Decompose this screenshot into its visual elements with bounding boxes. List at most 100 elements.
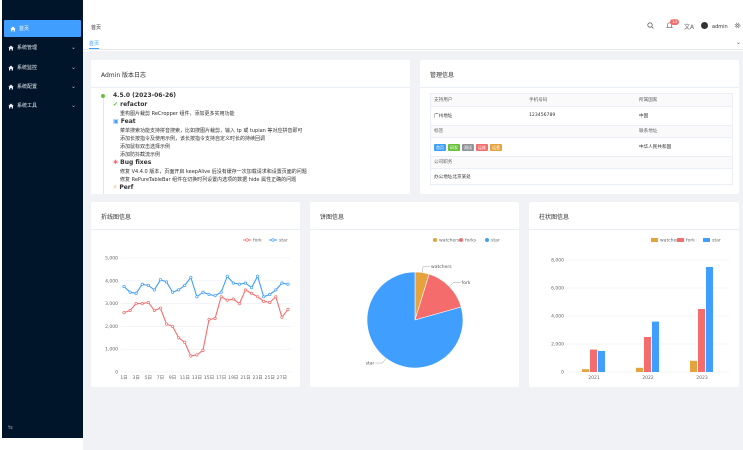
data-point-star: [128, 290, 132, 294]
data-point-star: [243, 281, 248, 285]
data-point-fork: [122, 311, 126, 315]
data-point-fork: [286, 307, 290, 311]
collapse-sidebar-icon[interactable]: ⇆: [8, 424, 13, 431]
pie-slice-label: star: [366, 361, 375, 367]
x-tick-label: 1日: [120, 375, 127, 381]
x-tick-label: 3日: [132, 375, 139, 381]
sidebar: 首页 系统管理 ⌄ 系统监控 ⌄ 系统配置 ⌄ 系统工具 ⌄ ⇆: [2, 0, 83, 438]
card-title: 饼图信息: [320, 214, 345, 221]
tag: 运营: [490, 144, 502, 151]
legend-label: star: [279, 238, 288, 244]
bar-watchers: [690, 360, 697, 372]
divider: [420, 87, 739, 88]
data-point-fork: [134, 302, 138, 306]
bar-watchers: [636, 367, 643, 372]
legend-marker: [433, 238, 437, 242]
y-tick-label: 3,000: [105, 301, 118, 307]
log-line: 重构图片裁剪 ReCropper 组件，添加更多实用功能: [120, 111, 235, 117]
sidebar-item-tools[interactable]: 系统工具 ⌄: [2, 97, 83, 114]
desc-label: 手机号码: [529, 98, 548, 103]
data-point-fork: [189, 354, 193, 358]
log-line: 修复 RePureTableBar 组件在切换时列设置内选项的数据 hide 属…: [120, 177, 297, 183]
y-tick-label: 0: [561, 370, 564, 376]
y-tick-label: 4,000: [105, 278, 118, 284]
legend-marker: [703, 238, 710, 242]
legend-label: fork: [253, 238, 262, 244]
bar-star: [598, 351, 605, 372]
data-point-star: [213, 294, 217, 298]
desc-label: 联系地址: [639, 129, 658, 134]
data-point-star: [189, 275, 193, 279]
legend-label: star: [491, 238, 500, 244]
divider: [91, 87, 410, 88]
log-line: 添加长按指令及使用示例，该长按指令支持自定义时长的持续回调: [120, 136, 266, 142]
data-point-fork: [225, 298, 229, 302]
data-point-star: [140, 282, 144, 286]
sidebar-item-system[interactable]: 系统管理 ⌄: [2, 39, 83, 56]
data-point-fork: [274, 295, 278, 299]
data-point-star: [201, 290, 205, 294]
data-point-fork: [183, 340, 187, 344]
data-point-fork: [207, 318, 211, 322]
x-tick-label: 21日: [240, 375, 250, 381]
data-point-star: [183, 283, 187, 287]
home-icon: [8, 84, 14, 90]
notification-badge: 13: [670, 19, 680, 25]
breadcrumb[interactable]: 首页: [91, 24, 101, 31]
tag: 首页: [434, 144, 446, 151]
data-point-fork: [250, 291, 254, 295]
y-tick-label: 4,000: [551, 314, 564, 320]
data-point-fork: [237, 302, 241, 306]
chevron-down-icon[interactable]: ⌄: [736, 39, 741, 46]
data-point-star: [225, 274, 229, 278]
x-tick-label: 2022: [642, 375, 654, 381]
data-point-fork: [146, 300, 150, 305]
pie-slice-label: watchers: [431, 264, 452, 270]
legend-marker: [459, 238, 463, 242]
section-bug-fixes: ✱ Bug fixes: [113, 159, 152, 166]
desc-label: 标签: [434, 129, 444, 134]
section-refactor: ✔ refactor: [113, 101, 148, 108]
chevron-down-icon: ⌄: [70, 102, 76, 109]
data-point-star: [164, 280, 169, 284]
translate-icon[interactable]: 文A: [684, 22, 694, 31]
info-card: 管理信息 支持用户 广州地址 手机号码 123456789 所属国家 中国 标签: [420, 60, 739, 194]
desc-value: 广州地址: [434, 114, 453, 119]
sidebar-item-monitor[interactable]: 系统监控 ⌄: [2, 59, 83, 76]
x-tick-label: 19日: [228, 375, 238, 381]
bar-fork: [644, 337, 651, 372]
pie-chart-card: 饼图信息 watchers fork star watchers forks star: [310, 202, 519, 387]
pie-label-line: [449, 282, 461, 287]
sidebar-item-config[interactable]: 系统配置 ⌄: [2, 78, 83, 95]
bug-icon: ✱: [113, 159, 119, 166]
legend-label: watchers: [439, 238, 460, 244]
pie-chart: watchers fork star watchers forks star: [366, 238, 500, 369]
data-point-fork: [152, 308, 156, 312]
legend-marker-dot: [271, 238, 275, 242]
gear-icon[interactable]: [734, 22, 741, 31]
pie-label-line: [421, 266, 431, 273]
bar-watchers: [582, 369, 589, 372]
main-content: Admin 版本日志 4.5.0 (2023-06-26) ✔ refactor…: [83, 51, 743, 450]
tab-home[interactable]: 首页: [89, 40, 100, 49]
data-point-star: [280, 281, 284, 285]
sidebar-item-label: 首页: [19, 26, 30, 32]
data-point-fork: [201, 348, 205, 352]
log-line: 菜单搜索功能支持拼音搜索，比如搜图片裁剪，输入 tp 或 tupian 等对应拼…: [120, 128, 303, 134]
x-tick-label: 25日: [265, 375, 275, 381]
log-line: 修复 V4.4.0 版本，页面开启 keepAlive 后没有缓存一次加载请求和…: [120, 169, 307, 175]
sidebar-item-home[interactable]: 首页: [4, 20, 81, 37]
data-point-star: [171, 290, 175, 294]
x-tick-label: 2021: [588, 375, 600, 381]
data-point-fork: [213, 316, 217, 320]
avatar[interactable]: [701, 22, 708, 29]
data-point-star: [274, 288, 278, 292]
username[interactable]: admin: [712, 24, 728, 30]
card-title: 管理信息: [430, 72, 455, 79]
desc-value: 中国: [639, 114, 649, 119]
search-icon[interactable]: [647, 22, 654, 31]
data-point-star: [256, 274, 260, 278]
y-tick-label: 2,000: [105, 324, 118, 330]
data-point-star: [219, 290, 223, 294]
data-point-fork: [280, 315, 284, 319]
